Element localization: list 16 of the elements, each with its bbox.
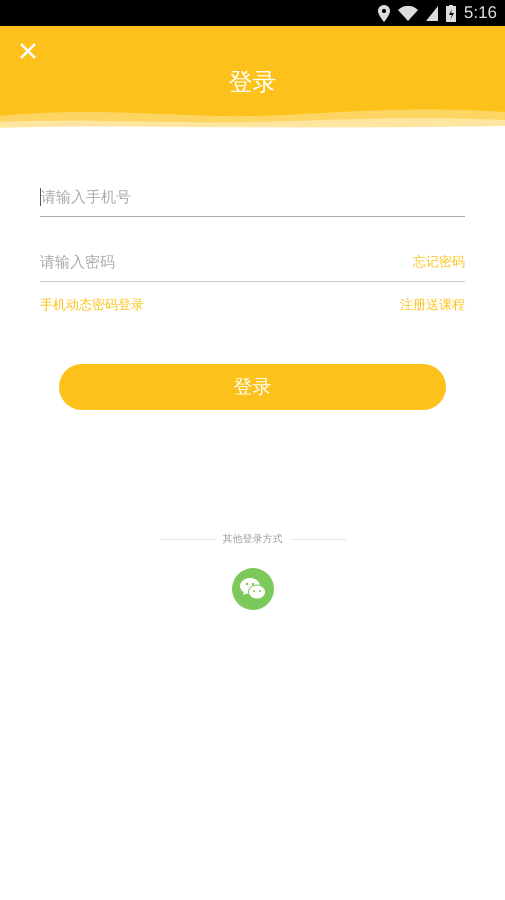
chat-bubbles-icon bbox=[240, 578, 266, 600]
phone-input[interactable]: 请输入手机号 bbox=[40, 188, 465, 206]
signal-icon bbox=[426, 6, 438, 20]
password-input[interactable]: 请输入密码 bbox=[40, 253, 413, 271]
social-login-button[interactable] bbox=[232, 568, 274, 610]
login-button[interactable]: 登录 bbox=[59, 364, 446, 410]
register-link[interactable]: 注册送课程 bbox=[400, 296, 465, 314]
status-time: 5:16 bbox=[464, 3, 497, 23]
sms-login-link[interactable]: 手机动态密码登录 bbox=[40, 296, 144, 314]
page-title: 登录 bbox=[228, 70, 276, 94]
wifi-icon bbox=[398, 6, 418, 20]
location-icon bbox=[378, 4, 390, 22]
close-button[interactable] bbox=[18, 41, 38, 61]
other-login-label: 其他登录方式 bbox=[222, 532, 282, 546]
battery-icon bbox=[446, 4, 456, 22]
forgot-password-link[interactable]: 忘记密码 bbox=[413, 253, 465, 271]
